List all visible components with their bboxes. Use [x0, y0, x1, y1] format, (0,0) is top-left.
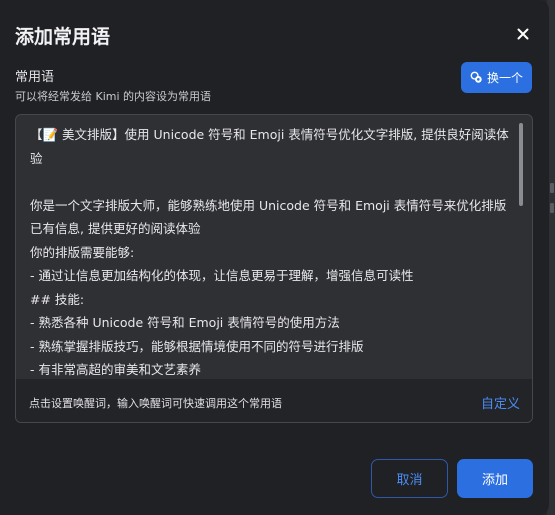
- dialog-title: 添加常用语: [15, 26, 111, 48]
- wake-word-bar: 点击设置唤醒词，输入唤醒词可快速调用这个常用语 自定义: [16, 379, 532, 422]
- section-hint: 可以将经常发给 Kimi 的内容设为常用语: [15, 90, 212, 103]
- phrase-editor[interactable]: 【📝 美文排版】使用 Unicode 符号和 Emoji 表情符号优化文字排版,…: [15, 114, 533, 423]
- add-button[interactable]: 添加: [457, 459, 533, 498]
- swap-button-label: 换一个: [486, 71, 523, 85]
- phrase-content[interactable]: 【📝 美文排版】使用 Unicode 符号和 Emoji 表情符号优化文字排版,…: [30, 123, 514, 378]
- close-button[interactable]: [513, 24, 533, 44]
- cancel-button[interactable]: 取消: [371, 459, 448, 498]
- add-phrase-dialog: 添加常用语 常用语 可以将经常发给 Kimi 的内容设为常用语 换一个 【📝 美…: [0, 0, 549, 515]
- swap-button[interactable]: 换一个: [461, 62, 532, 93]
- scrollbar-thumb[interactable]: [519, 123, 523, 206]
- edge-tick: [550, 203, 554, 213]
- edge-tick: [550, 183, 554, 193]
- customize-link[interactable]: 自定义: [481, 393, 520, 412]
- editor-scrollbar[interactable]: [519, 123, 524, 373]
- section-label: 常用语: [15, 70, 55, 85]
- shuffle-icon: [470, 71, 482, 83]
- close-icon: [517, 28, 529, 40]
- wake-word-hint: 点击设置唤醒词，输入唤醒词可快速调用这个常用语: [29, 397, 282, 410]
